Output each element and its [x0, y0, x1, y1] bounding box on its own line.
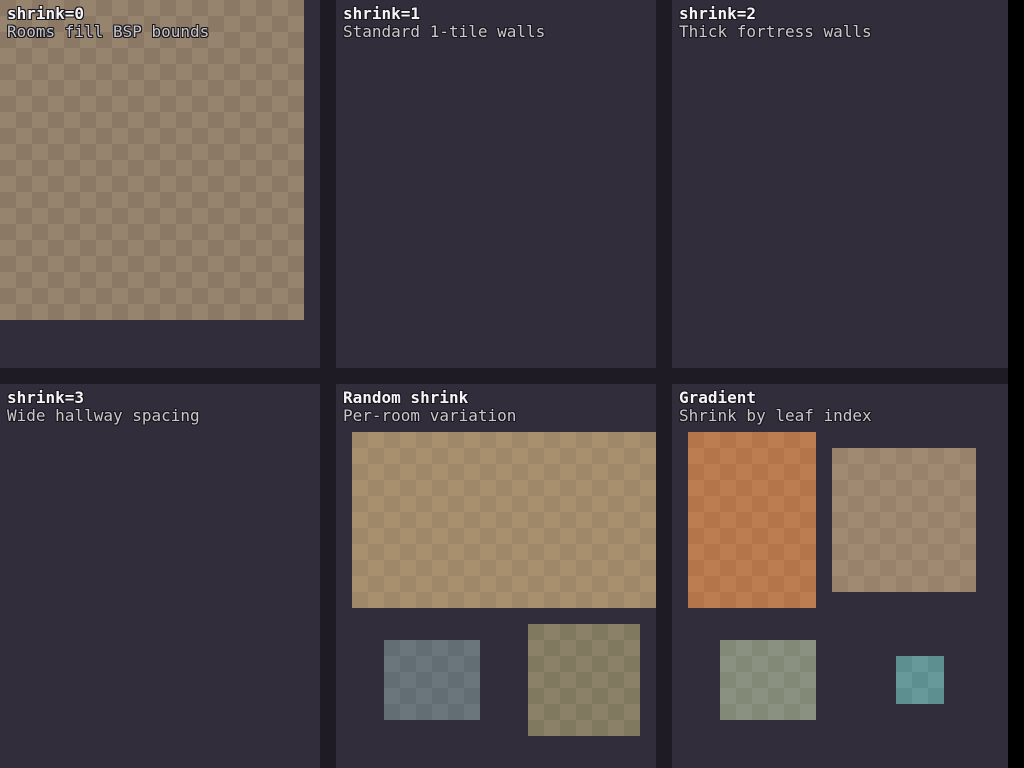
panel-gradient: Gradient Shrink by leaf index: [672, 384, 1008, 768]
bsp-room: [896, 656, 944, 704]
panel-title: shrink=3: [7, 389, 320, 407]
panel-header: shrink=0 Rooms fill BSP bounds: [0, 0, 320, 41]
bsp-room: [832, 448, 976, 592]
panel-header: Gradient Shrink by leaf index: [672, 384, 1008, 425]
panel-subtitle: Standard 1-tile walls: [343, 23, 656, 41]
rooms-layer: [672, 0, 1008, 368]
panel-shrink-3: shrink=3 Wide hallway spacing: [0, 384, 320, 768]
panel-shrink-0: shrink=0 Rooms fill BSP bounds: [0, 0, 320, 368]
panel-title: shrink=1: [343, 5, 656, 23]
bsp-room: [0, 0, 304, 320]
panel-subtitle: Per-room variation: [343, 407, 656, 425]
panel-title: shrink=0: [7, 5, 320, 23]
panel-header: shrink=3 Wide hallway spacing: [0, 384, 320, 425]
panel-header: Random shrink Per-room variation: [336, 384, 656, 425]
panel-subtitle: Thick fortress walls: [679, 23, 1008, 41]
rooms-layer: [336, 384, 656, 768]
panel-header: shrink=2 Thick fortress walls: [672, 0, 1008, 41]
rooms-layer: [672, 384, 1008, 768]
panel-subtitle: Rooms fill BSP bounds: [7, 23, 320, 41]
bsp-room: [528, 624, 640, 736]
bsp-room: [720, 640, 816, 720]
panel-random-shrink: Random shrink Per-room variation: [336, 384, 656, 768]
rooms-layer: [336, 0, 656, 368]
panel-title: shrink=2: [679, 5, 1008, 23]
panel-shrink-1: shrink=1 Standard 1-tile walls: [336, 0, 656, 368]
panel-subtitle: Wide hallway spacing: [7, 407, 320, 425]
panel-title: Random shrink: [343, 389, 656, 407]
panel-shrink-2: shrink=2 Thick fortress walls: [672, 0, 1008, 368]
bsp-demo-board: shrink=0 Rooms fill BSP bounds shrink=1 …: [0, 0, 1008, 768]
panel-header: shrink=1 Standard 1-tile walls: [336, 0, 656, 41]
panel-subtitle: Shrink by leaf index: [679, 407, 1008, 425]
bsp-room: [688, 432, 816, 608]
bsp-room: [352, 432, 656, 608]
panel-title: Gradient: [679, 389, 1008, 407]
rooms-layer: [0, 384, 320, 768]
bsp-room: [384, 640, 480, 720]
rooms-layer: [0, 0, 320, 368]
